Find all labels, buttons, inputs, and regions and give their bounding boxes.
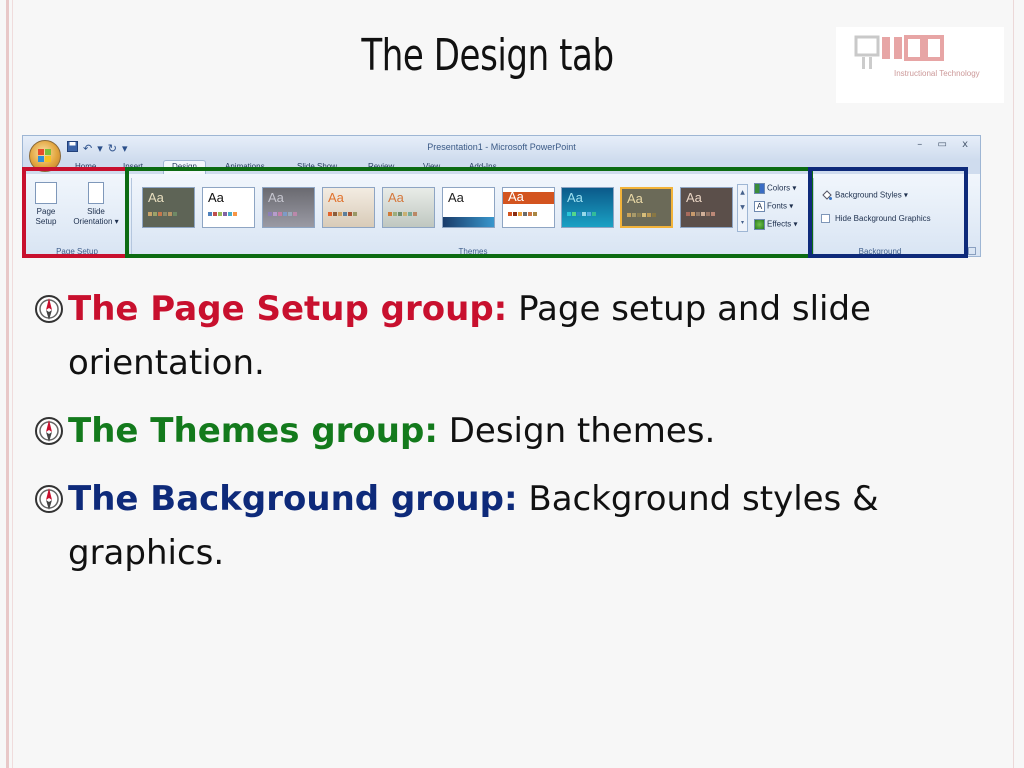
colors-button[interactable]: Colors ▾ (754, 183, 796, 194)
paint-bucket-icon (821, 190, 832, 201)
page-setup-button[interactable]: Page Setup (27, 182, 65, 227)
theme-palette (508, 212, 537, 216)
bullet-text: Design themes. (437, 411, 716, 451)
fonts-icon: A (754, 201, 765, 212)
bullet-text: Background styles & (517, 479, 879, 519)
theme-palette (148, 212, 177, 216)
theme-thumbnail[interactable]: Aa (262, 187, 315, 228)
ribbon: ↶ ▾ ↻ ▾ Presentation1 - Microsoft PowerP… (22, 135, 981, 257)
hide-background-graphics-label: Hide Background Graphics (835, 214, 931, 223)
dialog-launcher-icon[interactable] (968, 247, 976, 255)
page-setup-group-label: Page Setup (56, 247, 98, 256)
compass-bullet-icon (35, 485, 63, 513)
theme-aa: Aa (268, 190, 284, 205)
fonts-label: Fonts ▾ (767, 201, 794, 211)
slide-orientation-button[interactable]: Slide Orientation ▾ (67, 182, 125, 227)
theme-aa: Aa (686, 190, 702, 205)
theme-swoosh (443, 217, 494, 227)
colors-label: Colors ▾ (767, 183, 797, 193)
bullet-background: The Background group: Background styles … (34, 472, 964, 580)
themes-group-label: Themes (458, 247, 488, 256)
title-bar: ↶ ▾ ↻ ▾ Presentation1 - Microsoft PowerP… (23, 136, 980, 160)
orientation-line2: Orientation ▾ (73, 217, 119, 226)
theme-thumbnail[interactable]: Aa (322, 187, 375, 228)
theme-thumbnail[interactable]: Aa (561, 187, 614, 228)
theme-palette (328, 212, 357, 216)
group-separator (131, 178, 132, 254)
compass-bullet-icon (35, 417, 63, 445)
tab-view[interactable]: View (423, 162, 440, 171)
effects-button[interactable]: Effects ▾ (754, 219, 798, 230)
theme-thumbnail[interactable]: Aa (442, 187, 495, 228)
theme-palette (388, 212, 417, 216)
theme-aa: Aa (448, 190, 464, 205)
background-styles-label: Background Styles ▾ (835, 190, 908, 200)
colors-icon (754, 183, 765, 194)
bullet-continuation: graphics. (68, 533, 225, 573)
theme-thumbnail[interactable]: Aa (502, 187, 555, 228)
bullet-list: The Page Setup group: Page setup and sli… (34, 282, 964, 594)
theme-thumbnail[interactable]: Aa (142, 187, 195, 228)
logo-caption: Instructional Technology (894, 69, 980, 78)
window-title: Presentation1 - Microsoft PowerPoint (427, 142, 576, 152)
bullet-themes: The Themes group: Design themes. (34, 404, 964, 458)
theme-aa: Aa (328, 190, 344, 205)
theme-thumbnail-selected[interactable]: Aa (620, 187, 673, 228)
slide: The Design tab Instructional Technology … (0, 0, 1024, 768)
tab-home[interactable]: Home (75, 162, 96, 171)
theme-aa: Aa (627, 191, 643, 206)
orientation-line1: Slide (87, 207, 105, 216)
theme-palette (208, 212, 237, 216)
page-setup-line1: Page (36, 207, 56, 216)
tab-design[interactable]: Design (163, 160, 206, 174)
tab-animations[interactable]: Animations (225, 162, 265, 171)
hide-background-graphics-checkbox[interactable]: Hide Background Graphics (821, 214, 931, 224)
theme-palette (567, 212, 596, 216)
ribbon-band: Page Setup Slide Orientation ▾ Page Setu… (23, 174, 980, 256)
background-styles-button[interactable]: Background Styles ▾ (821, 190, 908, 201)
page-setup-icon (35, 182, 57, 204)
tab-slide-show[interactable]: Slide Show (297, 162, 337, 171)
bullet-text: Page setup and slide (507, 289, 871, 329)
theme-aa: Aa (508, 189, 524, 204)
tab-add-ins[interactable]: Add-Ins (469, 162, 497, 171)
page-setup-line2: Setup (35, 217, 57, 226)
bullet-page-setup: The Page Setup group: Page setup and sli… (34, 282, 964, 390)
office-button[interactable] (29, 140, 61, 172)
theme-thumbnail[interactable]: Aa (202, 187, 255, 228)
checkbox-icon[interactable] (821, 214, 830, 224)
fonts-button[interactable]: A Fonts ▾ (754, 201, 793, 212)
effects-icon (754, 219, 765, 230)
themes-gallery-scroller[interactable]: ▲ ▼ ▾ (737, 184, 748, 232)
window-controls[interactable]: – ▭ x (917, 139, 974, 150)
bullet-lead: The Background group: (68, 479, 518, 519)
slide-orientation-icon (88, 182, 104, 204)
theme-aa: Aa (148, 190, 164, 205)
margin-line (1013, 0, 1014, 768)
bullet-lead: The Themes group: (68, 411, 438, 451)
group-separator (813, 178, 814, 254)
office-logo-icon (38, 149, 52, 163)
tab-review[interactable]: Review (368, 162, 394, 171)
logo: Instructional Technology (836, 27, 1004, 103)
tab-insert[interactable]: Insert (123, 162, 143, 171)
theme-thumbnail[interactable]: Aa (382, 187, 435, 228)
logo-mark-icon (854, 35, 944, 69)
theme-aa: Aa (567, 190, 583, 205)
theme-aa: Aa (208, 190, 224, 205)
theme-palette (627, 213, 656, 217)
theme-aa: Aa (388, 190, 404, 205)
bullet-continuation: orientation. (68, 343, 265, 383)
bullet-lead: The Page Setup group: (68, 289, 508, 329)
background-group-label: Background (858, 247, 902, 256)
theme-palette (268, 212, 297, 216)
effects-label: Effects ▾ (767, 219, 798, 229)
ribbon-tabs: Home Insert Design Animations Slide Show… (23, 160, 980, 196)
slide-title: The Design tab (361, 30, 614, 81)
margin-line (6, 0, 9, 768)
margin-line (12, 0, 13, 768)
theme-thumbnail[interactable]: Aa (680, 187, 733, 228)
compass-bullet-icon (35, 295, 63, 323)
theme-palette (686, 212, 715, 216)
